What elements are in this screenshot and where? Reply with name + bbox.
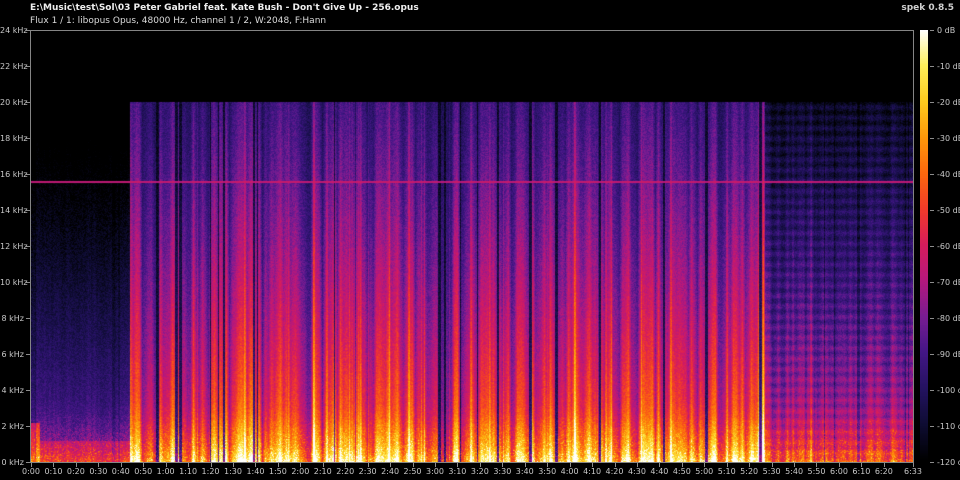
- time-tick-label: 3:20: [470, 467, 489, 476]
- freq-tick-label: 14 kHz: [0, 206, 28, 215]
- time-tick-label: 0:50: [134, 467, 153, 476]
- colorbar-gradient: [920, 30, 928, 462]
- time-tick-label: 5:50: [807, 467, 826, 476]
- time-tick-label: 1:10: [179, 467, 198, 476]
- db-tick-label: -50 dB: [937, 206, 960, 215]
- time-tick-label: 6:20: [874, 467, 893, 476]
- time-tick-label: 1:50: [268, 467, 287, 476]
- db-tick-label: -10 dB: [937, 62, 960, 71]
- freq-tick-label: 20 kHz: [0, 98, 28, 107]
- time-tick-label: 2:50: [403, 467, 422, 476]
- time-tick-label: 6:33: [904, 467, 922, 476]
- time-tick-label: 5:30: [762, 467, 781, 476]
- db-tick: [930, 174, 934, 175]
- db-tick-label: -110 dB: [937, 422, 960, 431]
- time-tick-label: 6:10: [852, 467, 871, 476]
- time-tick-label: 1:30: [224, 467, 242, 476]
- spectrogram-canvas: [31, 31, 913, 462]
- time-tick-label: 5:10: [717, 467, 736, 476]
- db-tick: [930, 426, 934, 427]
- db-tick-label: -120 dB: [937, 458, 960, 467]
- freq-tick-label: 8 kHz: [1, 314, 24, 323]
- time-tick-label: 4:50: [672, 467, 691, 476]
- db-tick: [930, 30, 934, 31]
- time-tick-label: 3:30: [493, 467, 512, 476]
- db-tick-label: 0 dB: [937, 26, 956, 35]
- time-tick-label: 1:40: [246, 467, 265, 476]
- db-tick-label: -60 dB: [937, 242, 960, 251]
- stream-info: Flux 1 / 1: libopus Opus, 48000 Hz, chan…: [30, 16, 327, 26]
- time-tick-label: 3:40: [515, 467, 534, 476]
- db-tick: [930, 66, 934, 67]
- db-tick-label: -20 dB: [937, 98, 960, 107]
- spek-window: E:\Music\test\Sol\03 Peter Gabriel feat.…: [0, 0, 960, 480]
- time-tick-label: 2:30: [358, 467, 377, 476]
- time-tick-label: 3:10: [448, 467, 467, 476]
- time-tick-label: 0:20: [66, 467, 85, 476]
- file-path-title: E:\Music\test\Sol\03 Peter Gabriel feat.…: [30, 3, 419, 13]
- time-tick-label: 4:10: [583, 467, 602, 476]
- time-tick-label: 0:40: [111, 467, 130, 476]
- time-tick-label: 3:00: [425, 467, 444, 476]
- time-tick-label: 2:10: [313, 467, 332, 476]
- freq-tick: [26, 462, 30, 463]
- time-tick-label: 4:30: [627, 467, 646, 476]
- time-tick-label: 2:20: [336, 467, 355, 476]
- freq-tick-label: 10 kHz: [0, 278, 28, 287]
- freq-tick-label: 18 kHz: [0, 134, 28, 143]
- time-tick-label: 2:00: [291, 467, 310, 476]
- freq-tick-label: 6 kHz: [1, 350, 24, 359]
- freq-tick: [26, 426, 30, 427]
- db-tick: [930, 210, 934, 211]
- db-tick: [930, 354, 934, 355]
- time-tick-label: 0:10: [44, 467, 63, 476]
- freq-tick: [26, 390, 30, 391]
- db-tick: [930, 462, 934, 463]
- db-tick-label: -40 dB: [937, 170, 960, 179]
- time-tick-label: 4:20: [605, 467, 624, 476]
- db-tick: [930, 246, 934, 247]
- db-tick-label: -80 dB: [937, 314, 960, 323]
- time-tick-label: 4:40: [650, 467, 669, 476]
- db-tick-label: -100 dB: [937, 386, 960, 395]
- db-tick-label: -90 dB: [937, 350, 960, 359]
- freq-tick-label: 12 kHz: [0, 242, 28, 251]
- time-tick-label: 3:50: [538, 467, 557, 476]
- time-tick-label: 5:00: [695, 467, 714, 476]
- db-tick: [930, 318, 934, 319]
- freq-tick-label: 22 kHz: [0, 62, 28, 71]
- db-tick: [930, 102, 934, 103]
- app-version: spek 0.8.5: [901, 3, 954, 13]
- time-tick-label: 2:40: [381, 467, 400, 476]
- time-tick-label: 5:20: [740, 467, 759, 476]
- time-tick-label: 0:00: [22, 467, 40, 476]
- db-tick: [930, 138, 934, 139]
- freq-tick-label: 16 kHz: [0, 170, 28, 179]
- time-tick-label: 1:00: [156, 467, 175, 476]
- db-tick-label: -70 dB: [937, 278, 960, 287]
- time-tick-label: 5:40: [785, 467, 804, 476]
- db-tick: [930, 282, 934, 283]
- freq-tick: [26, 318, 30, 319]
- time-tick-label: 6:00: [829, 467, 848, 476]
- freq-tick-label: 4 kHz: [1, 386, 24, 395]
- time-tick-label: 1:20: [201, 467, 220, 476]
- spectrogram-plot: [30, 30, 914, 463]
- freq-tick-label: 0 kHz: [1, 458, 24, 467]
- freq-tick: [26, 354, 30, 355]
- time-tick-label: 0:30: [89, 467, 108, 476]
- freq-tick-label: 2 kHz: [1, 422, 24, 431]
- time-tick-label: 4:00: [560, 467, 579, 476]
- db-tick: [930, 390, 934, 391]
- freq-tick-label: 24 kHz: [0, 26, 28, 35]
- db-tick-label: -30 dB: [937, 134, 960, 143]
